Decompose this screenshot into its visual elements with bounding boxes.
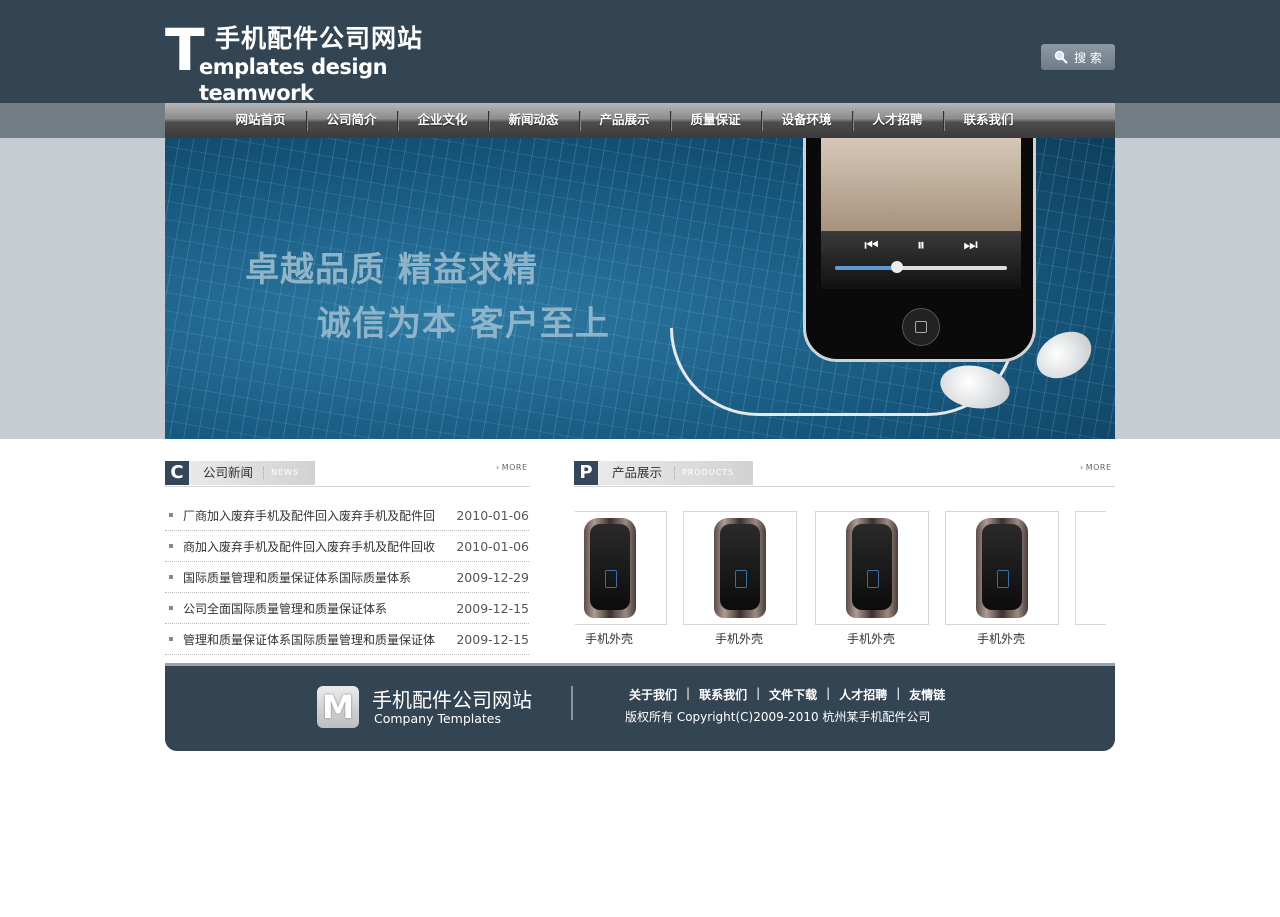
product-image: [945, 511, 1059, 625]
product-name: 手机外壳: [585, 632, 634, 646]
news-item[interactable]: 国际质量管理和质量保证体系国际质量体系 2009-12-29: [165, 562, 529, 593]
footer-link-about[interactable]: 关于我们: [629, 686, 677, 703]
news-en-label: NEWS: [262, 461, 299, 485]
news-item-date: 2010-01-06: [456, 538, 529, 554]
banner-slogan-2: 诚信为本 客户至上: [317, 304, 610, 344]
footer-site-name: 手机配件公司网站: [372, 688, 532, 712]
product-card[interactable]: 手机外壳: [683, 511, 797, 647]
product-card[interactable]: 手机外壳: [815, 511, 929, 647]
bullet-icon: [169, 544, 173, 548]
more-arrow-icon: ›: [496, 463, 500, 472]
nav-item-jobs[interactable]: 人才招聘: [852, 103, 943, 138]
footer-site-en: Company Templates: [374, 711, 501, 726]
footer-logo-icon: M: [317, 686, 359, 728]
news-item-title: 公司全面国际质量管理和质量保证体系: [183, 601, 388, 616]
product-name: 手机外壳: [977, 632, 1026, 646]
phone-case-image: [584, 518, 636, 618]
news-list: 厂商加入废弃手机及配件回入废弃手机及配件回 2010-01-06 商加入废弃手机及…: [165, 500, 529, 655]
nav-item-equipment[interactable]: 设备环境: [761, 103, 852, 138]
footer-links: 关于我们 | 联系我们 | 文件下载 | 人才招聘 | 友情链: [629, 686, 946, 703]
footer-divider: [571, 686, 573, 720]
footer-link-jobs[interactable]: 人才招聘: [839, 686, 887, 703]
product-image: [815, 511, 929, 625]
more-arrow-icon: ›: [1080, 463, 1084, 472]
bullet-icon: [169, 606, 173, 610]
products-title: 产品展示: [612, 465, 663, 480]
products-en-label: PRODUCTS: [673, 461, 734, 485]
products-carousel: 手机外壳 手机外壳 手机外壳 手机外壳: [575, 511, 1106, 651]
news-item-date: 2009-12-15: [456, 631, 529, 647]
nav-item-quality[interactable]: 质量保证: [670, 103, 761, 138]
news-item[interactable]: 公司全面国际质量管理和质量保证体系 2009-12-15: [165, 593, 529, 624]
product-name: 手机外壳: [847, 632, 896, 646]
footer: M 手机配件公司网站 Company Templates 关于我们 | 联系我们 |…: [165, 663, 1115, 751]
nav-item-about[interactable]: 公司简介: [306, 103, 397, 138]
search-label: 搜 索: [1074, 50, 1102, 65]
news-item[interactable]: 管理和质量保证体系国际质量管理和质量保证体 2009-12-15: [165, 624, 529, 655]
product-card[interactable]: 手机外壳: [945, 511, 1059, 647]
phone-case-image: [976, 518, 1028, 618]
site-logo[interactable]: T 手机配件公司网站 emplates design teamwork: [165, 21, 465, 105]
news-item-date: 2009-12-15: [456, 600, 529, 616]
product-image: [1075, 511, 1106, 625]
product-card[interactable]: 手机外壳: [575, 511, 667, 647]
product-card[interactable]: [1075, 511, 1106, 625]
home-button-icon: [902, 308, 940, 346]
news-more-link[interactable]: › MORE: [496, 463, 528, 472]
news-item[interactable]: 厂商加入废弃手机及配件回入废弃手机及配件回 2010-01-06: [165, 500, 529, 531]
pause-icon: ⏸: [916, 235, 925, 254]
footer-link-friends[interactable]: 友情链: [909, 686, 945, 703]
footer-link-downloads[interactable]: 文件下载: [769, 686, 817, 703]
search-icon: [1054, 50, 1068, 64]
logo-title: 手机配件公司网站: [215, 24, 424, 53]
bullet-icon: [169, 513, 173, 517]
footer-link-contact[interactable]: 联系我们: [699, 686, 747, 703]
product-name: 手机外壳: [715, 632, 764, 646]
news-tab: 公司新闻 NEWS: [189, 461, 315, 485]
next-track-icon: ⏭: [963, 235, 978, 254]
nav-item-news[interactable]: 新闻动态: [488, 103, 579, 138]
product-image: [683, 511, 797, 625]
news-item-title: 商加入废弃手机及配件回入废弃手机及配件回收: [183, 539, 436, 554]
phone-screen-image: [821, 138, 1021, 231]
news-item-date: 2009-12-29: [456, 569, 529, 585]
products-tab: 产品展示 PRODUCTS: [598, 461, 753, 485]
hero-banner: 卓越品质 精益求精 诚信为本 客户至上 ⏮ ⏸ ⏭: [165, 138, 1115, 439]
nav-item-products[interactable]: 产品展示: [579, 103, 670, 138]
phone-graphic: ⏮ ⏸ ⏭: [803, 138, 1036, 362]
news-item-date: 2010-01-06: [456, 507, 529, 523]
news-section-header: C 公司新闻 NEWS › MORE: [165, 461, 530, 487]
products-badge: P: [574, 461, 598, 485]
bullet-icon: [169, 637, 173, 641]
footer-copyright: 版权所有 Copyright(C)2009-2010 杭州某手机配件公司: [625, 710, 931, 724]
logo-subtitle: emplates design teamwork: [199, 55, 388, 105]
news-item-title: 管理和质量保证体系国际质量管理和质量保证体: [183, 632, 436, 647]
phone-case-image: [714, 518, 766, 618]
banner-slogan-1: 卓越品质 精益求精: [245, 250, 538, 290]
previous-track-icon: ⏮: [864, 235, 879, 254]
nav-item-home[interactable]: 网站首页: [215, 103, 306, 138]
news-badge: C: [165, 461, 189, 485]
search-button[interactable]: 搜 索: [1041, 44, 1115, 70]
progress-bar: [835, 261, 1007, 273]
media-controls-graphic: ⏮ ⏸ ⏭: [821, 231, 1021, 289]
news-item-title: 厂商加入废弃手机及配件回入废弃手机及配件回: [183, 508, 436, 523]
nav-item-culture[interactable]: 企业文化: [397, 103, 488, 138]
products-more-link[interactable]: › MORE: [1080, 463, 1112, 472]
news-item-title: 国际质量管理和质量保证体系国际质量体系: [183, 570, 412, 585]
product-image: [575, 511, 667, 625]
nav-item-contact[interactable]: 联系我们: [943, 103, 1034, 138]
bullet-icon: [169, 575, 173, 579]
news-item[interactable]: 商加入废弃手机及配件回入废弃手机及配件回收 2010-01-06: [165, 531, 529, 562]
news-title: 公司新闻: [203, 465, 254, 480]
products-section-header: P 产品展示 PRODUCTS › MORE: [574, 461, 1115, 487]
phone-case-image: [846, 518, 898, 618]
main-nav: 网站首页 公司简介 企业文化 新闻动态 产品展示 质量保证 设备环境 人才招聘 …: [165, 103, 1115, 138]
